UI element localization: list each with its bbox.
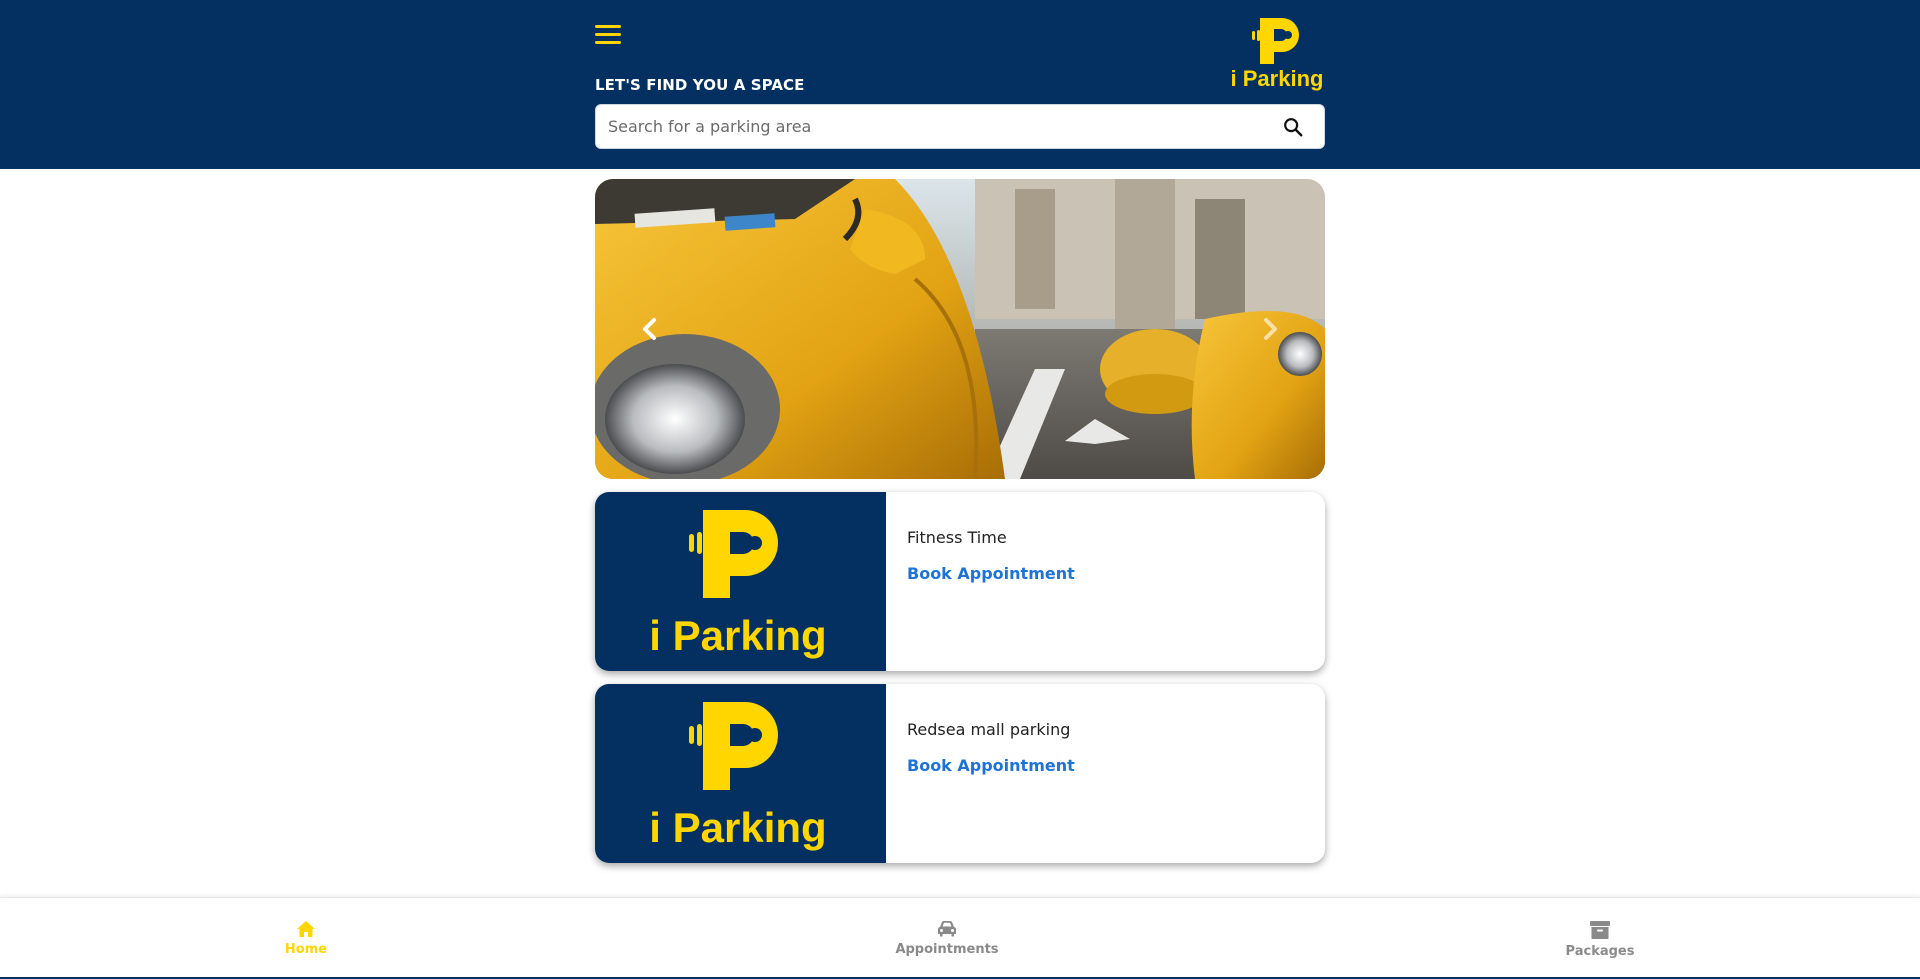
archive-box-icon bbox=[1590, 921, 1610, 939]
logo-wordmark: i Parking bbox=[649, 804, 826, 851]
nav-label: Appointments bbox=[895, 942, 999, 957]
logo-wordmark: i Parking bbox=[1231, 66, 1324, 91]
car-icon bbox=[938, 921, 956, 937]
card-title: Redsea mall parking bbox=[907, 720, 1071, 739]
nav-label: Home bbox=[284, 942, 328, 957]
search-bar bbox=[595, 104, 1325, 149]
logo-wordmark: i Parking bbox=[649, 612, 826, 659]
parking-card: i Parking Redsea mall parking Book Appoi… bbox=[595, 684, 1325, 863]
hero-carousel[interactable] bbox=[595, 179, 1325, 479]
search-icon[interactable] bbox=[1282, 116, 1304, 138]
nav-home[interactable]: Home bbox=[226, 898, 386, 978]
app-header: LET'S FIND YOU A SPACE i Parking bbox=[0, 0, 1920, 169]
chevron-left-icon[interactable] bbox=[635, 314, 665, 344]
parking-card: i Parking Fitness Time Book Appointment bbox=[595, 492, 1325, 671]
bottom-navigation: Home Appointments Packages bbox=[0, 897, 1920, 979]
nav-label: Packages bbox=[1565, 944, 1635, 959]
nav-appointments[interactable]: Appointments bbox=[867, 898, 1027, 978]
search-input[interactable] bbox=[608, 105, 1268, 148]
card-title: Fitness Time bbox=[907, 528, 1007, 547]
card-logo: i Parking bbox=[595, 684, 886, 863]
iparking-logo: i Parking bbox=[649, 510, 827, 659]
book-appointment-link[interactable]: Book Appointment bbox=[907, 564, 1075, 583]
nav-packages[interactable]: Packages bbox=[1520, 898, 1680, 978]
hamburger-menu-icon[interactable] bbox=[595, 20, 621, 50]
book-appointment-link[interactable]: Book Appointment bbox=[907, 756, 1075, 775]
home-icon bbox=[297, 921, 315, 937]
chevron-right-icon[interactable] bbox=[1255, 314, 1285, 344]
header-title: LET'S FIND YOU A SPACE bbox=[595, 76, 805, 94]
iparking-logo: i Parking bbox=[649, 702, 827, 851]
iparking-logo: i Parking bbox=[1231, 18, 1324, 91]
carousel-image bbox=[595, 179, 1325, 479]
card-logo: i Parking bbox=[595, 492, 886, 671]
